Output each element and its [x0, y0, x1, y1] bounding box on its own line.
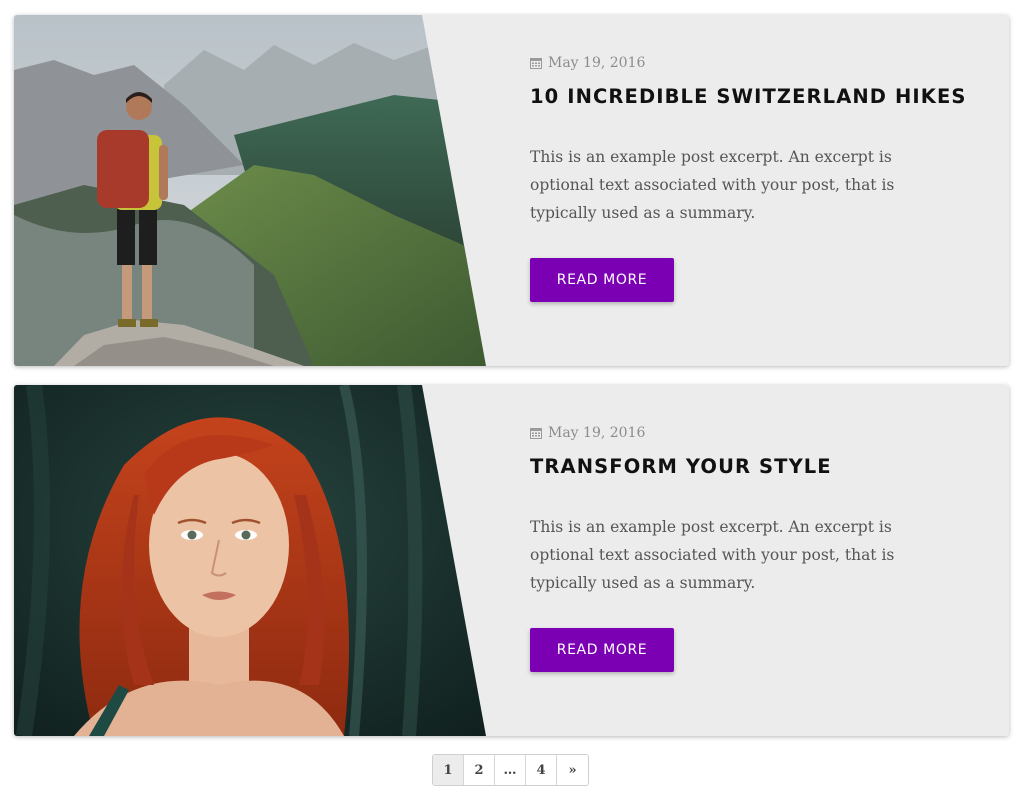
post-image-hiker[interactable] — [14, 15, 486, 366]
blog-post-list: May 19, 2016 10 INCREDIBLE SWITZERLAND H… — [0, 0, 1024, 796]
calendar-icon — [530, 57, 542, 69]
pagination: 1 2 … 4 » — [432, 754, 589, 786]
read-more-button[interactable]: READ MORE — [530, 258, 674, 302]
page-ellipsis: … — [495, 755, 526, 785]
calendar-icon — [530, 427, 542, 439]
post-date-text: May 19, 2016 — [548, 55, 646, 71]
post-title[interactable]: 10 INCREDIBLE SWITZERLAND HIKES — [530, 85, 967, 108]
post-card: May 19, 2016 TRANSFORM YOUR STYLE This i… — [14, 385, 1009, 736]
page-link-4[interactable]: 4 — [526, 755, 557, 785]
post-card: May 19, 2016 10 INCREDIBLE SWITZERLAND H… — [14, 15, 1009, 366]
post-excerpt: This is an example post excerpt. An exce… — [530, 518, 895, 592]
post-image-portrait[interactable] — [14, 385, 486, 736]
next-page-button[interactable]: » — [557, 755, 588, 785]
read-more-button[interactable]: READ MORE — [530, 628, 674, 672]
post-date-text: May 19, 2016 — [548, 425, 646, 441]
page-link-1[interactable]: 1 — [433, 755, 464, 785]
post-excerpt: This is an example post excerpt. An exce… — [530, 148, 895, 222]
post-date: May 19, 2016 — [530, 425, 645, 441]
page-link-2[interactable]: 2 — [464, 755, 495, 785]
post-title[interactable]: TRANSFORM YOUR STYLE — [530, 455, 832, 478]
post-date: May 19, 2016 — [530, 55, 645, 71]
